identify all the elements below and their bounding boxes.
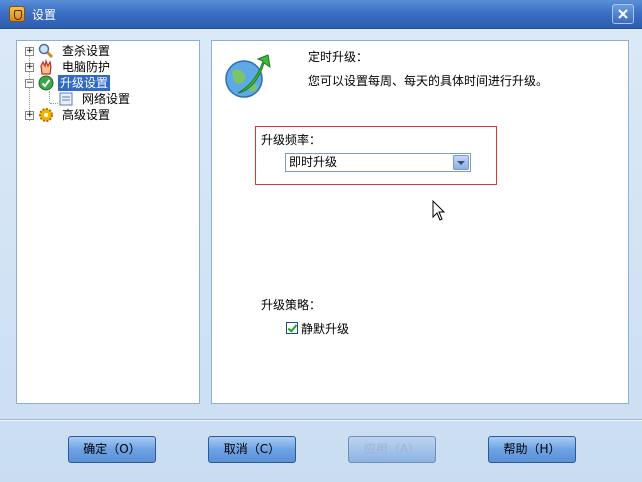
section-title: 定时升级：	[308, 50, 369, 64]
mouse-cursor-icon	[432, 200, 446, 221]
green-check-icon	[38, 75, 54, 91]
divider	[0, 419, 642, 421]
tree-item-label: 电脑防护	[62, 60, 111, 74]
window-title: 设置	[32, 8, 57, 22]
tree-item-scan[interactable]: + 查杀设置	[17, 43, 199, 59]
hand-shield-icon	[40, 59, 52, 75]
gear-icon	[39, 108, 53, 122]
frequency-select[interactable]: 即时升级	[285, 153, 471, 172]
tree-item-protection[interactable]: + 电脑防护	[17, 59, 199, 75]
apply-button[interactable]: 应用（A）	[348, 436, 436, 463]
cancel-button[interactable]: 取消（C）	[208, 436, 296, 463]
close-button[interactable]	[612, 4, 634, 24]
policy-label: 升级策略：	[261, 298, 322, 312]
tree-item-network[interactable]: 网络设置	[17, 91, 199, 107]
tree-item-advanced[interactable]: + 高级设置	[17, 107, 199, 123]
expand-icon[interactable]: +	[25, 111, 34, 120]
expand-icon[interactable]: +	[25, 47, 34, 56]
silent-update-checkbox[interactable]	[286, 322, 298, 334]
collapse-icon[interactable]: −	[25, 79, 34, 88]
title-bar[interactable]: 设置	[0, 0, 642, 29]
frequency-select-value: 即时升级	[289, 155, 338, 169]
ok-button[interactable]: 确定（O）	[68, 436, 156, 463]
tree-item-label: 查杀设置	[62, 44, 111, 58]
section-description: 您可以设置每周、每天的具体时间进行升级。	[308, 74, 549, 88]
settings-window: 设置 + 查杀设置 + 电脑防护 − 升级设置 网络设置 + 高级设置 定时升级…	[0, 0, 642, 482]
tree-item-label: 高级设置	[62, 108, 111, 122]
update-globe-icon	[225, 54, 271, 98]
tree-item-update[interactable]: − 升级设置	[17, 75, 199, 91]
network-icon	[59, 92, 73, 106]
settings-tree: + 查杀设置 + 电脑防护 − 升级设置 网络设置 + 高级设置	[16, 40, 200, 404]
client-area: + 查杀设置 + 电脑防护 − 升级设置 网络设置 + 高级设置 定时升级： 您…	[0, 29, 642, 482]
close-icon	[618, 9, 628, 19]
silent-update-label[interactable]: 静默升级	[301, 320, 349, 337]
magnifier-icon	[38, 43, 54, 59]
tree-item-label: 升级设置	[58, 75, 111, 91]
expand-icon[interactable]: +	[25, 63, 34, 72]
app-shield-icon	[9, 6, 25, 22]
update-settings-panel: 定时升级： 您可以设置每周、每天的具体时间进行升级。 升级频率： 即时升级 升级…	[211, 40, 629, 404]
help-button[interactable]: 帮助（H）	[488, 436, 576, 463]
chevron-down-icon[interactable]	[453, 155, 469, 170]
tree-item-label: 网络设置	[82, 92, 131, 106]
frequency-label: 升级频率：	[261, 133, 322, 147]
